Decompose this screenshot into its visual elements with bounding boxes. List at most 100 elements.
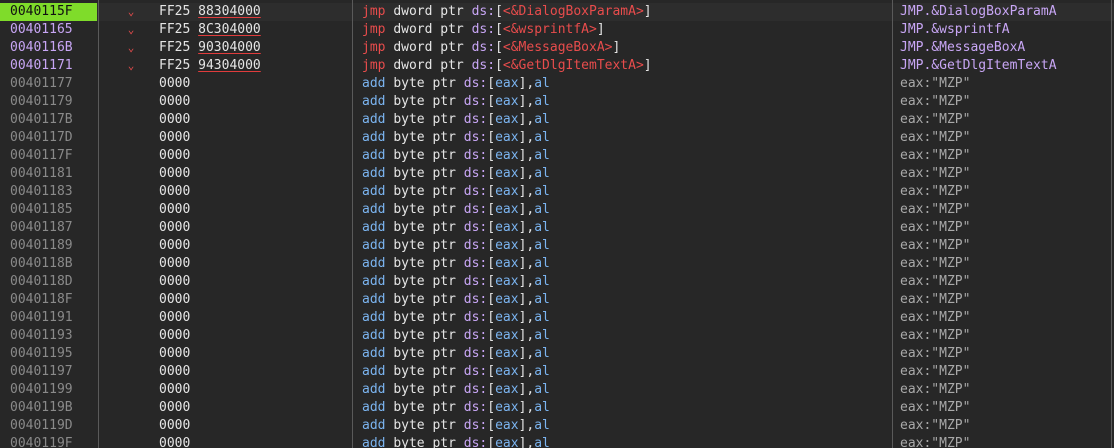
import-symbol[interactable]: <&DialogBoxParamA> <box>503 4 644 19</box>
disasm-row[interactable]: 0040118B 0000 add byte ptr ds:[eax],al eax:… <box>0 255 1114 273</box>
instruction-cell[interactable]: add byte ptr ds:[eax],al <box>362 327 887 345</box>
instruction-cell[interactable]: add byte ptr ds:[eax],al <box>362 75 887 93</box>
disasm-row[interactable]: 0040116B ⌄ FF25 90304000 jmp dword ptr ds:[… <box>0 39 1114 57</box>
instruction-cell[interactable]: add byte ptr ds:[eax],al <box>362 399 887 417</box>
instruction-cell[interactable]: add byte ptr ds:[eax],al <box>362 417 887 435</box>
instruction-cell[interactable]: add byte ptr ds:[eax],al <box>362 237 887 255</box>
instruction-cell[interactable]: add byte ptr ds:[eax],al <box>362 309 887 327</box>
address-cell[interactable]: 00401185 <box>0 201 97 219</box>
segment-prefix: ds: <box>463 166 488 181</box>
disasm-row[interactable]: 00401183 0000 add byte ptr ds:[eax],al eax:… <box>0 183 1114 201</box>
address-cell[interactable]: 00401165 <box>0 21 97 39</box>
instruction-cell[interactable]: add byte ptr ds:[eax],al <box>362 147 887 165</box>
disasm-row[interactable]: 00401197 0000 add byte ptr ds:[eax],al eax:… <box>0 363 1114 381</box>
source-register: al <box>534 76 550 91</box>
address-cell[interactable]: 00401183 <box>0 183 97 201</box>
operand-size: byte ptr <box>393 436 456 448</box>
disasm-row[interactable]: 0040119B 0000 add byte ptr ds:[eax],al eax:… <box>0 399 1114 417</box>
address-cell[interactable]: 0040117D <box>0 129 97 147</box>
instruction-cell[interactable]: add byte ptr ds:[eax],al <box>362 381 887 399</box>
memory-register: eax <box>495 238 519 253</box>
instruction-cell[interactable]: jmp dword ptr ds:[<&GetDlgItemTextA>] <box>362 57 887 75</box>
disasm-row[interactable]: 00401181 0000 add byte ptr ds:[eax],al eax:… <box>0 165 1114 183</box>
instruction-cell[interactable]: add byte ptr ds:[eax],al <box>362 111 887 129</box>
mnemonic: add <box>362 274 386 289</box>
instruction-cell[interactable]: add byte ptr ds:[eax],al <box>362 345 887 363</box>
instruction-cell[interactable]: jmp dword ptr ds:[<&DialogBoxParamA>] <box>362 3 887 21</box>
instruction-cell[interactable]: add byte ptr ds:[eax],al <box>362 219 887 237</box>
disasm-row[interactable]: 0040115F ⌄ FF25 88304000 jmp dword ptr ds:[… <box>0 3 1114 21</box>
disasm-row[interactable]: 00401199 0000 add byte ptr ds:[eax],al eax:… <box>0 381 1114 399</box>
instruction-cell[interactable]: jmp dword ptr ds:[<&MessageBoxA>] <box>362 39 887 57</box>
import-symbol[interactable]: <&wsprintfA> <box>503 22 597 37</box>
address-cell[interactable]: 00401195 <box>0 345 97 363</box>
disasm-row[interactable]: 00401195 0000 add byte ptr ds:[eax],al eax:… <box>0 345 1114 363</box>
disassembly-view[interactable]: 0040115F ⌄ FF25 88304000 jmp dword ptr ds:[… <box>0 0 1114 448</box>
segment-prefix: ds: <box>463 400 488 415</box>
address-cell[interactable]: 00401189 <box>0 237 97 255</box>
segment-prefix: ds: <box>463 328 488 343</box>
instruction-cell[interactable]: add byte ptr ds:[eax],al <box>362 255 887 273</box>
address-cell[interactable]: 0040118B <box>0 255 97 273</box>
disasm-row[interactable]: 00401189 0000 add byte ptr ds:[eax],al eax:… <box>0 237 1114 255</box>
address-cell[interactable]: 00401171 <box>0 57 97 75</box>
address-cell[interactable]: 0040118D <box>0 273 97 291</box>
disasm-row[interactable]: 0040118F 0000 add byte ptr ds:[eax],al eax:… <box>0 291 1114 309</box>
disasm-row[interactable]: 00401193 0000 add byte ptr ds:[eax],al eax:… <box>0 327 1114 345</box>
operand-bytes: 88304000 <box>198 4 261 19</box>
instruction-cell[interactable]: add byte ptr ds:[eax],al <box>362 183 887 201</box>
comment-cell: eax:"MZP" <box>900 202 971 217</box>
instruction-cell[interactable]: add byte ptr ds:[eax],al <box>362 363 887 381</box>
address-cell[interactable]: 0040118F <box>0 291 97 309</box>
disasm-row[interactable]: 00401165 ⌄ FF25 8C304000 jmp dword ptr ds:[… <box>0 21 1114 39</box>
address-cell[interactable]: 00401187 <box>0 219 97 237</box>
eip-address[interactable]: 0040115F <box>0 3 97 21</box>
disasm-row[interactable]: 00401177 0000 add byte ptr ds:[eax],al eax:… <box>0 75 1114 93</box>
address-cell[interactable]: 00401179 <box>0 93 97 111</box>
address-cell[interactable]: 0040119D <box>0 417 97 435</box>
instruction-cell[interactable]: add byte ptr ds:[eax],al <box>362 435 887 448</box>
instruction-cell[interactable]: add byte ptr ds:[eax],al <box>362 129 887 147</box>
address-cell[interactable]: 0040119B <box>0 399 97 417</box>
instruction-cell[interactable]: add byte ptr ds:[eax],al <box>362 93 887 111</box>
address-cell[interactable]: 00401197 <box>0 363 97 381</box>
source-register: al <box>534 328 550 343</box>
address-cell[interactable]: 00401177 <box>0 75 97 93</box>
bytes-cell: 0000 <box>159 166 191 181</box>
column-separator-bytes <box>352 0 353 448</box>
disasm-row[interactable]: 00401187 0000 add byte ptr ds:[eax],al eax:… <box>0 219 1114 237</box>
disasm-row[interactable]: 0040117D 0000 add byte ptr ds:[eax],al eax:… <box>0 129 1114 147</box>
address-cell[interactable]: 00401181 <box>0 165 97 183</box>
address-cell[interactable]: 0040117F <box>0 147 97 165</box>
mnemonic: add <box>362 292 386 307</box>
import-symbol[interactable]: <&MessageBoxA> <box>503 40 613 55</box>
instruction-cell[interactable]: add byte ptr ds:[eax],al <box>362 165 887 183</box>
address-cell[interactable]: 0040116B <box>0 39 97 57</box>
address-cell[interactable]: 0040117B <box>0 111 97 129</box>
instruction-cell[interactable]: add byte ptr ds:[eax],al <box>362 291 887 309</box>
address-cell[interactable]: 0040119F <box>0 435 97 448</box>
import-symbol[interactable]: <&GetDlgItemTextA> <box>503 58 644 73</box>
bytes-cell: FF25 90304000 <box>159 39 339 57</box>
disasm-row[interactable]: 0040117F 0000 add byte ptr ds:[eax],al eax:… <box>0 147 1114 165</box>
disasm-row[interactable]: 0040119F 0000 add byte ptr ds:[eax],al eax:… <box>0 435 1114 448</box>
instruction-cell[interactable]: add byte ptr ds:[eax],al <box>362 201 887 219</box>
operand-size: byte ptr <box>393 76 456 91</box>
operand-size: dword ptr <box>393 58 464 73</box>
disasm-row[interactable]: 00401179 0000 add byte ptr ds:[eax],al eax:… <box>0 93 1114 111</box>
disasm-row[interactable]: 00401171 ⌄ FF25 94304000 jmp dword ptr ds:[… <box>0 57 1114 75</box>
disasm-row[interactable]: 0040119D 0000 add byte ptr ds:[eax],al eax:… <box>0 417 1114 435</box>
disasm-row[interactable]: 0040117B 0000 add byte ptr ds:[eax],al eax:… <box>0 111 1114 129</box>
instruction-cell[interactable]: jmp dword ptr ds:[<&wsprintfA>] <box>362 21 887 39</box>
address-cell[interactable]: 00401199 <box>0 381 97 399</box>
instruction-cell[interactable]: add byte ptr ds:[eax],al <box>362 273 887 291</box>
memory-register: eax <box>495 184 519 199</box>
address-cell[interactable]: 00401193 <box>0 327 97 345</box>
mnemonic: add <box>362 148 386 163</box>
disasm-row[interactable]: 0040118D 0000 add byte ptr ds:[eax],al eax:… <box>0 273 1114 291</box>
disasm-row[interactable]: 00401185 0000 add byte ptr ds:[eax],al eax:… <box>0 201 1114 219</box>
bytes-cell: 0000 <box>159 112 191 127</box>
disasm-row[interactable]: 00401191 0000 add byte ptr ds:[eax],al eax:… <box>0 309 1114 327</box>
address-cell[interactable]: 00401191 <box>0 309 97 327</box>
mnemonic: add <box>362 346 386 361</box>
